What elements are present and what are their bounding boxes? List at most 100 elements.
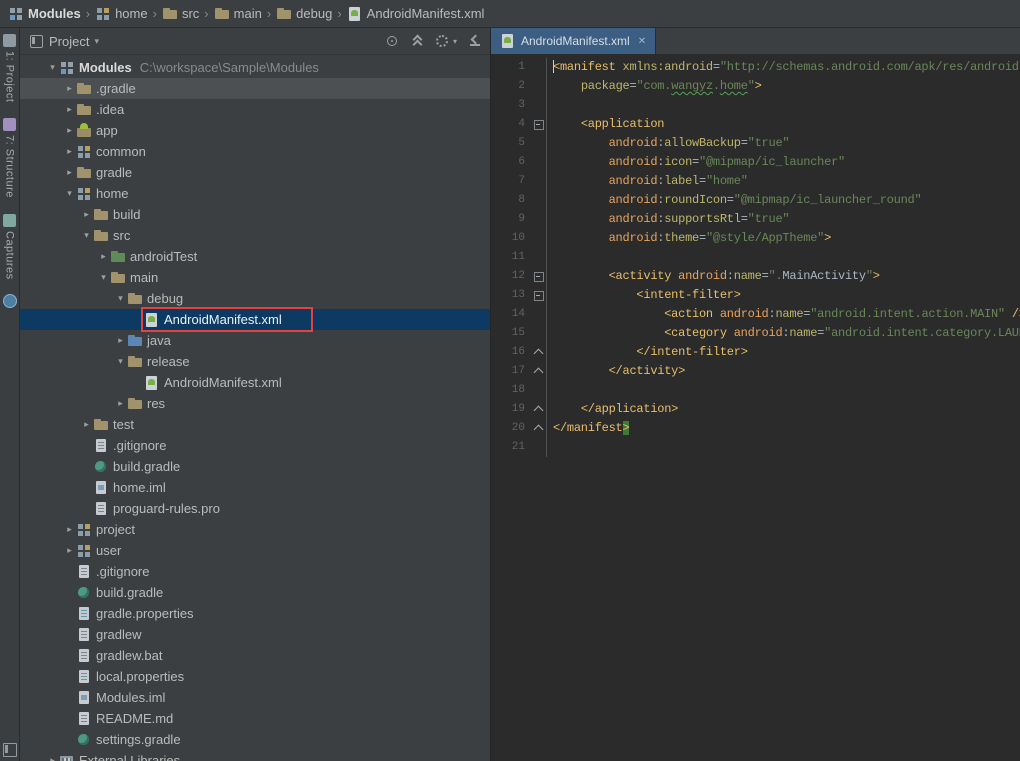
code-line[interactable]: 21 [491, 438, 1020, 457]
breadcrumb-item-androidmanifest-xml[interactable]: AndroidManifest.xml [344, 6, 488, 22]
tree-row-build[interactable]: ▸ build [20, 204, 490, 225]
hide-icon[interactable] [468, 34, 482, 48]
code-line[interactable]: 2 package="com.wangyz.home"> [491, 77, 1020, 96]
code-line[interactable]: 19 </application> [491, 400, 1020, 419]
code-line[interactable]: 5 android:allowBackup="true" [491, 134, 1020, 153]
tree-row-test[interactable]: ▸ test [20, 414, 490, 435]
breadcrumb-item-src[interactable]: src [159, 6, 202, 22]
tree-row-java[interactable]: ▸ java [20, 330, 490, 351]
code-line[interactable]: 13 <intent-filter> [491, 286, 1020, 305]
tree-row-build-gradle[interactable]: build.gradle [20, 456, 490, 477]
code-line[interactable]: 9 android:supportsRtl="true" [491, 210, 1020, 229]
code-line[interactable]: 11 [491, 248, 1020, 267]
expand-arrow-icon[interactable]: ▾ [114, 356, 127, 367]
tree-row-gradle[interactable]: ▸ .gradle [20, 78, 490, 99]
tree-row-gradlew[interactable]: gradlew [20, 624, 490, 645]
fold-marker-icon[interactable] [531, 267, 547, 286]
fold-marker-icon[interactable] [531, 362, 547, 381]
breadcrumb-item-debug[interactable]: debug [273, 6, 335, 22]
toolwindow-icon[interactable] [3, 743, 17, 757]
tool-button-structure[interactable]: 7: Structure [3, 118, 16, 198]
tree-row-common[interactable]: ▸ common [20, 141, 490, 162]
fold-marker-icon[interactable] [531, 115, 547, 134]
code-line[interactable]: 16 </intent-filter> [491, 343, 1020, 362]
breadcrumb-item-main[interactable]: main [211, 6, 265, 22]
expand-arrow-icon[interactable]: ▾ [80, 230, 93, 241]
expand-arrow-icon[interactable]: ▸ [114, 398, 127, 409]
round-tool-icon[interactable] [3, 294, 17, 308]
tool-button-project[interactable]: 1: Project [3, 34, 16, 102]
expand-arrow-icon[interactable]: ▾ [97, 272, 110, 283]
code-line[interactable]: 10 android:theme="@style/AppTheme"> [491, 229, 1020, 248]
expand-arrow-icon[interactable]: ▸ [80, 419, 93, 430]
expand-arrow-icon[interactable]: ▾ [63, 188, 76, 199]
expand-arrow-icon[interactable]: ▸ [63, 104, 76, 115]
tree-row-res[interactable]: ▸ res [20, 393, 490, 414]
code-line[interactable]: 3 [491, 96, 1020, 115]
code-line[interactable]: 18 [491, 381, 1020, 400]
tree-row-androidmanifest-xml[interactable]: AndroidManifest.xml [20, 309, 490, 330]
tree-row-gradle[interactable]: ▸ gradle [20, 162, 490, 183]
fold-marker-icon[interactable] [531, 419, 547, 438]
tree-row-project[interactable]: ▸ project [20, 519, 490, 540]
editor-tab-androidmanifest-xml[interactable]: AndroidManifest.xml ✕ [491, 28, 656, 54]
settings-icon[interactable] [435, 34, 449, 48]
tree-row-gradle-properties[interactable]: gradle.properties [20, 603, 490, 624]
tree-row-home-iml[interactable]: home.iml [20, 477, 490, 498]
expand-arrow-icon[interactable]: ▾ [46, 62, 59, 73]
code-line[interactable]: 8 android:roundIcon="@mipmap/ic_launcher… [491, 191, 1020, 210]
expand-arrow-icon[interactable]: ▸ [80, 209, 93, 220]
tool-button-captures[interactable]: Captures [3, 214, 16, 280]
tree-row-modules-iml[interactable]: Modules.iml [20, 687, 490, 708]
tree-row-gitignore[interactable]: .gitignore [20, 435, 490, 456]
code-line[interactable]: 15 <category android:name="android.inten… [491, 324, 1020, 343]
tree-row-proguard-rules-pro[interactable]: proguard-rules.pro [20, 498, 490, 519]
tree-row-local-properties[interactable]: local.properties [20, 666, 490, 687]
fold-marker-icon[interactable] [531, 286, 547, 305]
tree-row-idea[interactable]: ▸ .idea [20, 99, 490, 120]
tree-row-gradlew-bat[interactable]: gradlew.bat [20, 645, 490, 666]
expand-arrow-icon[interactable]: ▸ [114, 335, 127, 346]
tree-row-settings-gradle[interactable]: settings.gradle [20, 729, 490, 750]
fold-marker-icon[interactable] [531, 400, 547, 419]
tree-row-app[interactable]: ▸ app [20, 120, 490, 141]
project-view-dropdown[interactable]: Project ▾ [49, 34, 99, 49]
tree-row-user[interactable]: ▸ user [20, 540, 490, 561]
breadcrumb-item-home[interactable]: home [92, 6, 151, 22]
tree-row-debug[interactable]: ▾ debug [20, 288, 490, 309]
code-line[interactable]: 12 <activity android:name=".MainActivity… [491, 267, 1020, 286]
code-line[interactable]: 4 <application [491, 115, 1020, 134]
tree-row-build-gradle[interactable]: build.gradle [20, 582, 490, 603]
tree-row-external-libraries[interactable]: ▸ External Libraries [20, 750, 490, 761]
tree-row-gitignore[interactable]: .gitignore [20, 561, 490, 582]
code-line[interactable]: 6 android:icon="@mipmap/ic_launcher" [491, 153, 1020, 172]
tree-row-androidtest[interactable]: ▸ androidTest [20, 246, 490, 267]
tree-row-androidmanifest-xml[interactable]: AndroidManifest.xml [20, 372, 490, 393]
tree-row-home[interactable]: ▾ home [20, 183, 490, 204]
code-line[interactable]: 20 </manifest> [491, 419, 1020, 438]
tree-row-main[interactable]: ▾ main [20, 267, 490, 288]
expand-arrow-icon[interactable]: ▸ [63, 545, 76, 556]
tree-row-readme-md[interactable]: README.md [20, 708, 490, 729]
expand-arrow-icon[interactable]: ▸ [63, 524, 76, 535]
locate-icon[interactable] [385, 34, 399, 48]
expand-arrow-icon[interactable]: ▾ [114, 293, 127, 304]
tree-row-modules[interactable]: ▾ Modules C:\workspace\Sample\Modules [20, 57, 490, 78]
code-line[interactable]: 17 </activity> [491, 362, 1020, 381]
collapse-all-icon[interactable] [410, 34, 424, 48]
expand-arrow-icon[interactable]: ▸ [46, 755, 59, 761]
tree-row-release[interactable]: ▾ release [20, 351, 490, 372]
project-tree[interactable]: ▾ Modules C:\workspace\Sample\Modules ▸ … [20, 55, 490, 761]
expand-arrow-icon[interactable]: ▸ [97, 251, 110, 262]
code-line[interactable]: 1 <manifest xmlns:android="http://schema… [491, 58, 1020, 77]
expand-arrow-icon[interactable]: ▸ [63, 83, 76, 94]
fold-marker-icon[interactable] [531, 343, 547, 362]
editor[interactable]: 1 <manifest xmlns:android="http://schema… [491, 55, 1020, 761]
code-line[interactable]: 7 android:label="home" [491, 172, 1020, 191]
code-line[interactable]: 14 <action android:name="android.intent.… [491, 305, 1020, 324]
tree-row-src[interactable]: ▾ src [20, 225, 490, 246]
close-icon[interactable]: ✕ [638, 36, 646, 47]
expand-arrow-icon[interactable]: ▸ [63, 146, 76, 157]
expand-arrow-icon[interactable]: ▸ [63, 167, 76, 178]
breadcrumb-item-modules[interactable]: Modules [5, 6, 84, 22]
